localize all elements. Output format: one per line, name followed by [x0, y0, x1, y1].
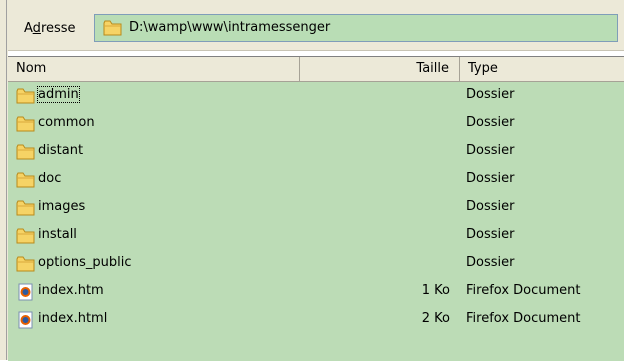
firefox-document-icon	[16, 311, 36, 333]
column-header-type[interactable]: Type	[460, 57, 624, 81]
folder-icon	[16, 227, 36, 249]
file-name: distant	[38, 143, 84, 158]
list-header: Nom Taille Type	[8, 57, 624, 82]
file-type: Firefox Document	[466, 311, 581, 326]
address-input[interactable]: D:\wamp\www\intramessenger	[94, 14, 618, 42]
file-rows: admin Dossier common Dossier distant Dossier d…	[8, 81, 624, 333]
column-header-size[interactable]: Taille	[300, 57, 460, 81]
file-row[interactable]: common Dossier	[8, 109, 624, 137]
folder-icon	[16, 87, 36, 109]
file-name: options_public	[38, 255, 132, 270]
address-path: D:\wamp\www\intramessenger	[129, 20, 331, 35]
address-bar: Adresse D:\wamp\www\intramessenger	[8, 0, 624, 51]
file-type: Dossier	[466, 199, 515, 214]
file-type: Dossier	[466, 87, 515, 102]
file-type: Firefox Document	[466, 283, 581, 298]
file-size: 1 Ko	[421, 283, 450, 298]
folder-icon	[103, 19, 123, 41]
file-name: index.html	[38, 311, 108, 326]
file-name: doc	[38, 171, 62, 186]
file-name: images	[38, 199, 86, 214]
file-row[interactable]: distant Dossier	[8, 137, 624, 165]
file-size: 2 Ko	[421, 311, 450, 326]
file-row[interactable]: images Dossier	[8, 193, 624, 221]
file-row[interactable]: doc Dossier	[8, 165, 624, 193]
file-name: index.htm	[38, 283, 104, 298]
firefox-document-icon	[16, 283, 36, 305]
file-list[interactable]: Nom Taille Type admin Dossier common Dossie…	[8, 56, 624, 361]
file-type: Dossier	[466, 143, 515, 158]
file-type: Dossier	[466, 255, 515, 270]
folder-icon	[16, 199, 36, 221]
folder-icon	[16, 115, 36, 137]
file-type: Dossier	[466, 227, 515, 242]
file-row[interactable]: index.htm 1 Ko Firefox Document	[8, 277, 624, 305]
folder-icon	[16, 143, 36, 165]
file-type: Dossier	[466, 115, 515, 130]
file-row[interactable]: admin Dossier	[8, 81, 624, 109]
folder-icon	[16, 255, 36, 277]
column-header-name[interactable]: Nom	[8, 57, 300, 81]
file-name: admin	[37, 86, 80, 103]
file-row[interactable]: index.html 2 Ko Firefox Document	[8, 305, 624, 333]
file-name: install	[38, 227, 77, 242]
address-label: Adresse	[24, 21, 76, 36]
folder-icon	[16, 171, 36, 193]
window-left-edge	[0, 0, 8, 360]
file-row[interactable]: install Dossier	[8, 221, 624, 249]
file-type: Dossier	[466, 171, 515, 186]
file-row[interactable]: options_public Dossier	[8, 249, 624, 277]
file-name: common	[38, 115, 95, 130]
